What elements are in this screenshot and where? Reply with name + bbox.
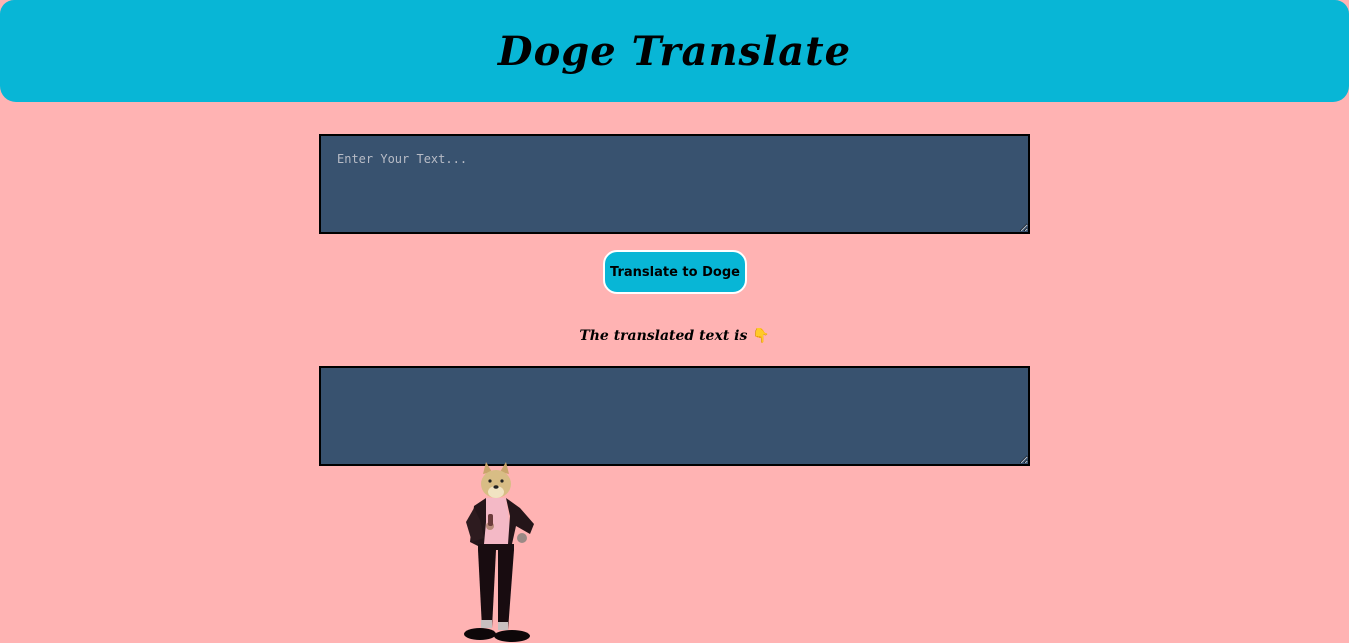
dancing-doge-icon [464, 462, 534, 642]
translated-output[interactable] [319, 366, 1030, 466]
pointing-down-hand-icon: 👇 [752, 328, 770, 344]
app-header: Doge Translate [0, 0, 1349, 102]
text-input[interactable] [319, 134, 1030, 234]
result-label-text: The translated text is [579, 328, 748, 344]
page-title: Doge Translate [497, 27, 852, 75]
translate-button[interactable]: Translate to Doge [603, 250, 747, 294]
result-label: The translated text is 👇 [0, 328, 1349, 344]
